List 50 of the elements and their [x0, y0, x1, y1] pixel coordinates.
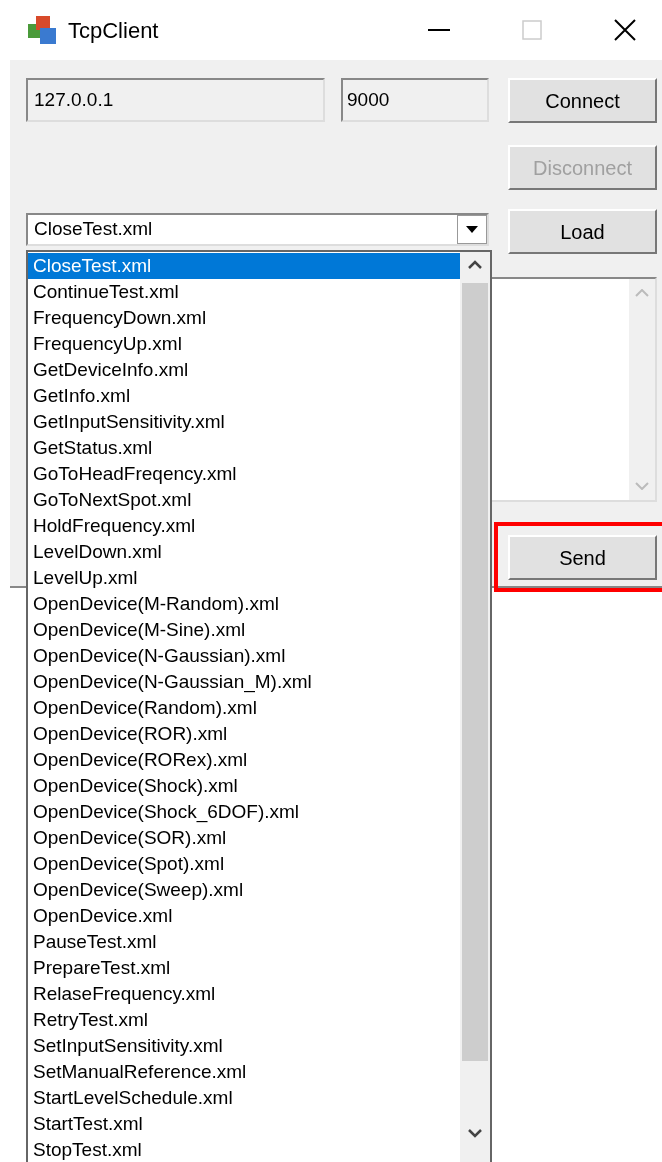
file-combo[interactable]: CloseTest.xml	[26, 213, 489, 246]
dropdown-item[interactable]: SetInputSensitivity.xml	[28, 1033, 460, 1059]
dropdown-item[interactable]: OpenDevice(Random).xml	[28, 695, 460, 721]
dropdown-item[interactable]: PrepareTest.xml	[28, 955, 460, 981]
scrollbar[interactable]	[460, 252, 490, 1162]
dropdown-item[interactable]: GoToHeadFreqency.xml	[28, 461, 460, 487]
dropdown-item[interactable]: OpenDevice(ROR).xml	[28, 721, 460, 747]
maximize-icon[interactable]	[522, 20, 542, 40]
push-button[interactable]: Send	[508, 535, 657, 580]
dropdown-item[interactable]: OpenDevice(M-Sine).xml	[28, 617, 460, 643]
dropdown-item[interactable]: StartLevelSchedule.xml	[28, 1085, 460, 1111]
dropdown-item[interactable]: GetInputSensitivity.xml	[28, 409, 460, 435]
host-field[interactable]: 127.0.0.1	[26, 78, 325, 122]
dropdown-item[interactable]: RelaseFrequency.xml	[28, 981, 460, 1007]
dropdown-item[interactable]: GetStatus.xml	[28, 435, 460, 461]
dropdown-item[interactable]: OpenDevice(Shock_6DOF).xml	[28, 799, 460, 825]
dropdown-item[interactable]: GetInfo.xml	[28, 383, 460, 409]
dropdown-item[interactable]: ContinueTest.xml	[28, 279, 460, 305]
dropdown-item[interactable]: SetManualReference.xml	[28, 1059, 460, 1085]
dropdown-item[interactable]: OpenDevice(M-Random).xml	[28, 591, 460, 617]
dropdown-item[interactable]: OpenDevice(N-Gaussian).xml	[28, 643, 460, 669]
push-button[interactable]: Load	[508, 209, 657, 254]
dropdown-item[interactable]: GoToNextSpot.xml	[28, 487, 460, 513]
dropdown-item[interactable]: OpenDevice(N-Gaussian_M).xml	[28, 669, 460, 695]
dropdown-item[interactable]: GetDeviceInfo.xml	[28, 357, 460, 383]
port-field[interactable]: 9000	[341, 78, 489, 122]
dropdown-item[interactable]: LevelUp.xml	[28, 565, 460, 591]
scroll-up-icon[interactable]	[468, 260, 482, 269]
dropdown-button[interactable]	[457, 215, 487, 244]
dropdown-item[interactable]: OpenDevice(Sweep).xml	[28, 877, 460, 903]
push-button[interactable]: Connect	[508, 78, 657, 123]
dropdown-item[interactable]: StopTest.xml	[28, 1137, 460, 1162]
dropdown-item[interactable]: FrequencyDown.xml	[28, 305, 460, 331]
scroll-down-icon[interactable]	[468, 1129, 482, 1138]
scrollbar-thumb[interactable]	[462, 283, 488, 1061]
dropdown-item[interactable]: HoldFrequency.xml	[28, 513, 460, 539]
dropdown-item[interactable]: FrequencyUp.xml	[28, 331, 460, 357]
caret-icon	[466, 225, 478, 234]
dropdown-item[interactable]: PauseTest.xml	[28, 929, 460, 955]
dropdown-item[interactable]: LevelDown.xml	[28, 539, 460, 565]
dropdown-item[interactable]: OpenDevice(Shock).xml	[28, 773, 460, 799]
dropdown-item[interactable]: OpenDevice(RORex).xml	[28, 747, 460, 773]
dropdown-item[interactable]: RetryTest.xml	[28, 1007, 460, 1033]
dropdown-item[interactable]: OpenDevice.xml	[28, 903, 460, 929]
dropdown-item[interactable]: StartTest.xml	[28, 1111, 460, 1137]
close-icon[interactable]	[614, 19, 636, 41]
dropdown-item[interactable]: OpenDevice(Spot).xml	[28, 851, 460, 877]
dropdown-item[interactable]: CloseTest.xml	[28, 253, 460, 279]
dropdown-item[interactable]: OpenDevice(SOR).xml	[28, 825, 460, 851]
window-title: TcpClient	[68, 16, 159, 45]
